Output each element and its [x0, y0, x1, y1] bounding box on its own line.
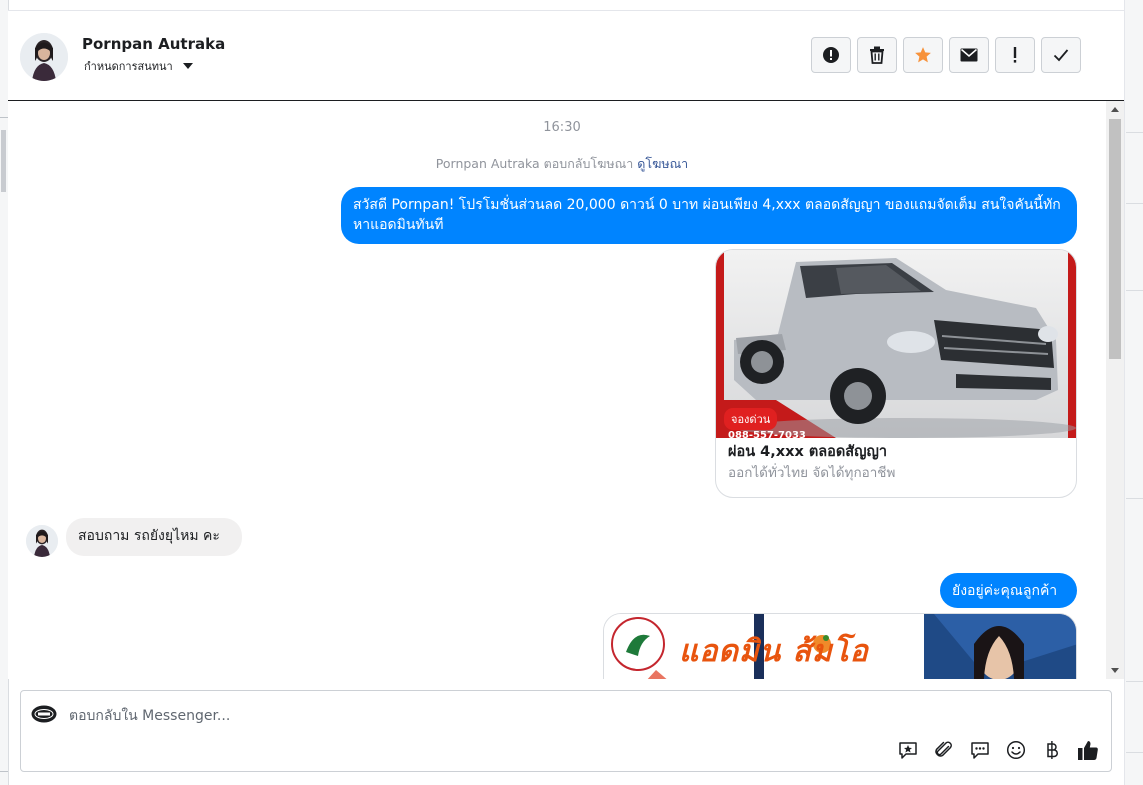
scroll-up-icon[interactable] [1111, 107, 1119, 112]
contact-name[interactable]: Pornpan Autraka [82, 35, 225, 53]
report-icon [823, 47, 839, 63]
header-actions [811, 37, 1081, 73]
incoming-message[interactable]: สอบถาม รถยังยุไหม คะ [66, 518, 242, 556]
scroll-down-icon[interactable] [1111, 668, 1119, 673]
right-window-border [1124, 0, 1143, 785]
right-border-tick [1126, 681, 1143, 682]
star-icon [915, 47, 931, 63]
mark-unread-button[interactable] [949, 37, 989, 73]
assign-label: กำหนดการสนทนา [84, 60, 173, 73]
admin-banner-text: แอดมิน ส้มโอ [679, 634, 869, 669]
admin-banner-image[interactable]: แอดมิน ส้มโอ [603, 613, 1077, 679]
outgoing-message[interactable]: สวัสดี Pornpan! โปรโมชั่นส่วนลด 20,000 ด… [341, 187, 1077, 244]
quick-reply-button[interactable] [969, 739, 991, 761]
left-scroll-thumb[interactable] [1, 130, 6, 192]
check-icon [1053, 49, 1069, 62]
mark-done-button[interactable] [1041, 37, 1081, 73]
right-border-tick [1126, 290, 1143, 291]
contact-avatar-small[interactable] [26, 525, 58, 557]
car-image: จองด่วน 088-557-7033 [716, 250, 1076, 438]
thread-scrollbar[interactable] [1106, 101, 1124, 679]
ad-phone: 088-557-7033 [728, 430, 806, 438]
ad-reply-note: Pornpan Autraka ตอบกลับโฆษณา ดูโฆษณา [8, 154, 1106, 174]
message-timestamp: 16:30 [543, 120, 581, 135]
right-border-tick [1126, 203, 1143, 204]
left-border-tick [0, 117, 8, 118]
report-button[interactable] [811, 37, 851, 73]
attachment-icon [935, 741, 952, 757]
ad-badge: จองด่วน [724, 408, 778, 430]
message-thread: 16:30 Pornpan Autraka ตอบกลับโฆษณา ดูโฆษ… [8, 101, 1106, 679]
right-border-tick [1126, 132, 1143, 133]
quick-reply-icon [971, 742, 989, 759]
attach-button[interactable] [933, 739, 955, 761]
delete-button[interactable] [857, 37, 897, 73]
composer-toolbar [897, 739, 1099, 761]
emoji-icon [1006, 740, 1026, 760]
trash-icon [870, 46, 884, 64]
chevron-down-icon [182, 63, 193, 69]
page-avatar [31, 704, 57, 724]
like-icon [1078, 741, 1098, 760]
right-border-tick [1126, 498, 1143, 499]
contact-avatar[interactable] [20, 33, 68, 81]
left-border-tick [0, 771, 8, 772]
assign-conversation-dropdown[interactable]: กำหนดการสนทนา [84, 57, 193, 75]
payment-button[interactable] [1041, 739, 1063, 761]
right-border-tick [1126, 752, 1143, 753]
star-button[interactable] [903, 37, 943, 73]
scroll-thumb[interactable] [1109, 119, 1121, 359]
ad-card[interactable]: จองด่วน 088-557-7033 ผ่อน 4,xxx ตลอดสัญญ… [715, 249, 1077, 498]
like-button[interactable] [1077, 739, 1099, 761]
outgoing-message[interactable]: ยังอยู่ค่ะคุณลูกค้า [940, 573, 1077, 608]
reply-composer[interactable]: ตอบกลับใน Messenger... [20, 690, 1112, 772]
conversation-header: Pornpan Autraka กำหนดการสนทนา [8, 11, 1124, 101]
emoji-button[interactable] [1005, 739, 1027, 761]
ad-card-subtitle: ออกได้ทั่วไทย จัดได้ทุกอาชีพ [728, 465, 896, 481]
reply-input[interactable]: ตอบกลับใน Messenger... [69, 705, 230, 727]
ad-reply-text: Pornpan Autraka ตอบกลับโฆษณา [435, 156, 634, 171]
view-ad-link[interactable]: ดูโฆษณา [637, 156, 688, 171]
ad-card-title: ผ่อน 4,xxx ตลอดสัญญา [728, 444, 887, 460]
mail-icon [960, 48, 978, 62]
saved-reply-button[interactable] [897, 739, 919, 761]
saved-reply-icon [899, 742, 917, 759]
baht-icon [1047, 741, 1058, 759]
exclamation-icon [1013, 47, 1017, 63]
spam-button[interactable] [995, 37, 1035, 73]
